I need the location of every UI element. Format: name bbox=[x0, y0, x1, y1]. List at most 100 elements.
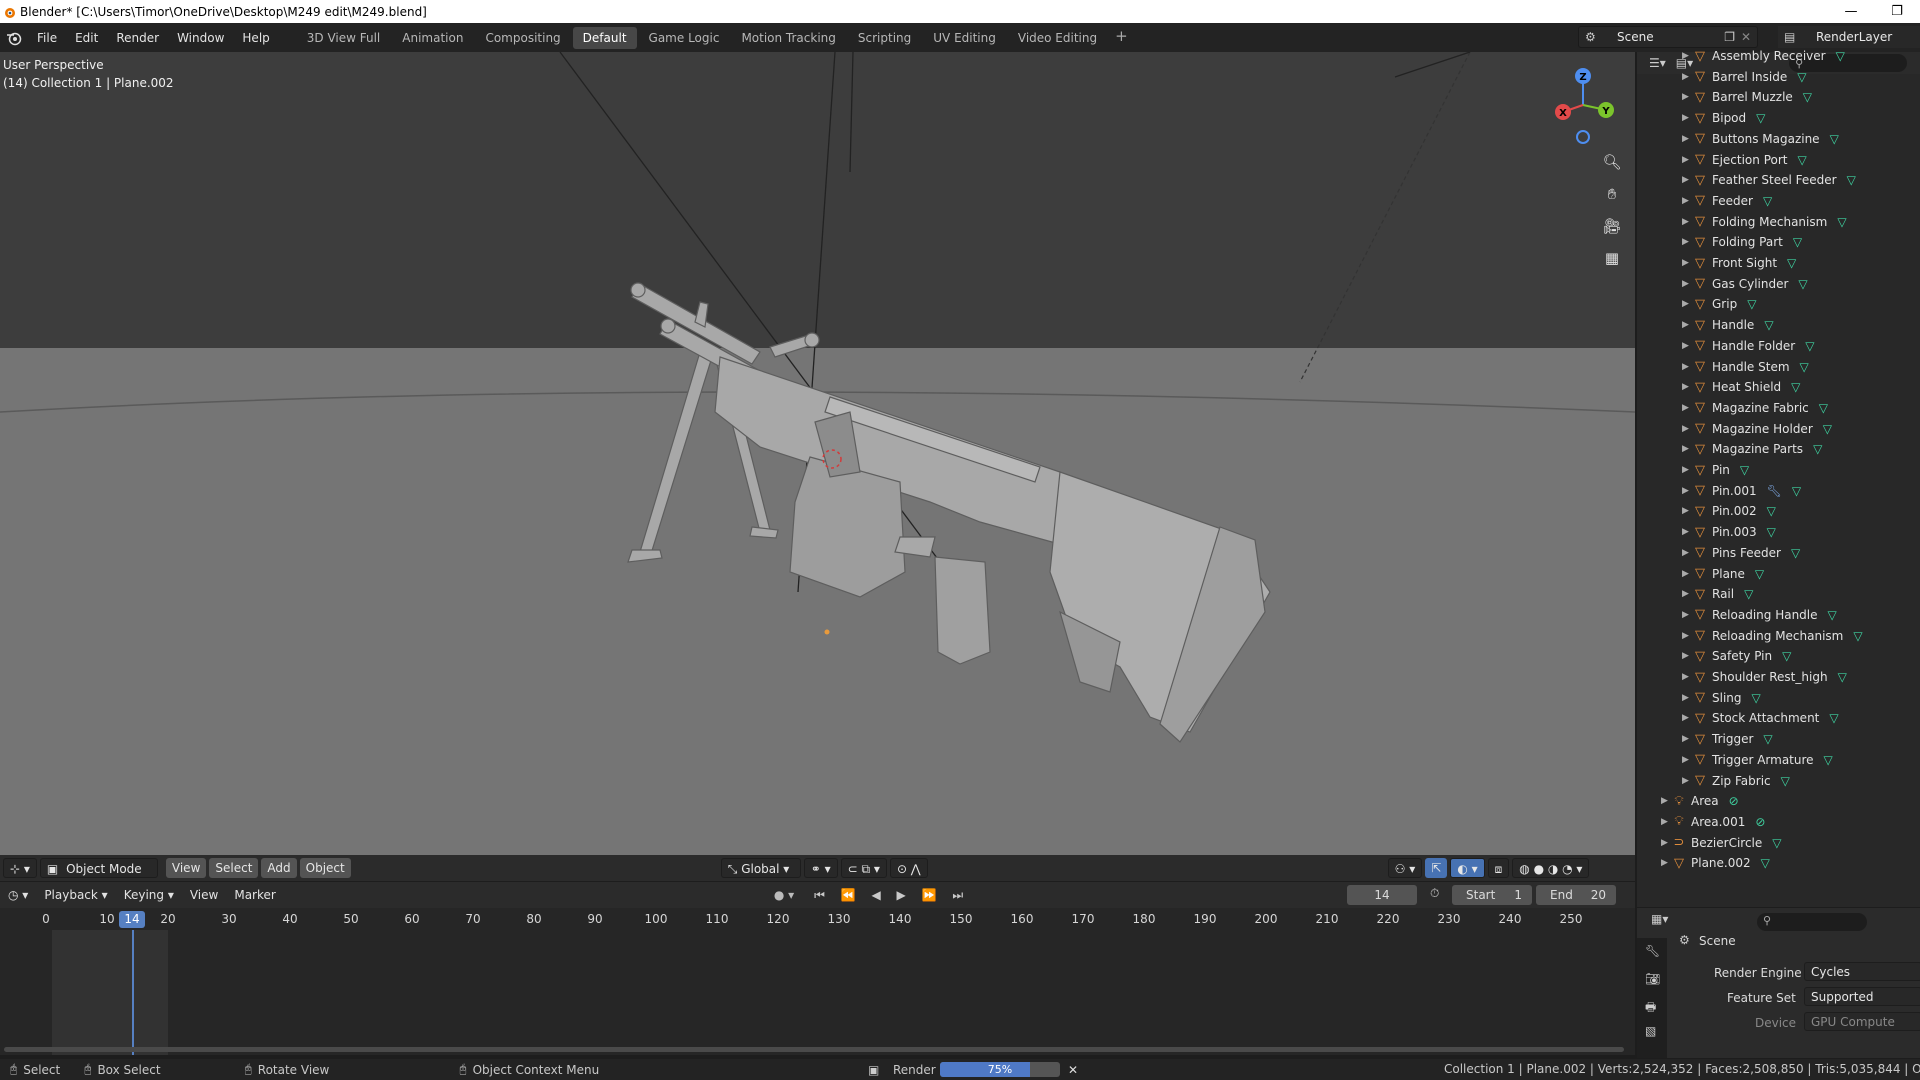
expand-arrow-icon[interactable]: ▶ bbox=[1682, 279, 1692, 289]
outliner-item[interactable]: ▶ ▽ Bipod ▽ bbox=[1682, 108, 1765, 128]
cancel-render-button[interactable]: ✕ bbox=[1068, 1063, 1078, 1077]
timeline-body[interactable] bbox=[52, 930, 168, 1055]
expand-arrow-icon[interactable]: ▶ bbox=[1682, 72, 1692, 82]
shading-modes-icon[interactable]: ◍ ● ◑ ◔ ▾ bbox=[1512, 858, 1590, 878]
expand-arrow-icon[interactable]: ▶ bbox=[1682, 713, 1692, 723]
expand-arrow-icon[interactable]: ▶ bbox=[1682, 155, 1692, 165]
tool-tab-icon[interactable]: 🔧︎ bbox=[1645, 944, 1660, 958]
outliner-item[interactable]: ▶ ▽ Shoulder Rest_high ▽ bbox=[1682, 667, 1847, 687]
expand-arrow-icon[interactable]: ▶ bbox=[1682, 362, 1692, 372]
outliner-item[interactable]: ▶ ▽ Buttons Magazine ▽ bbox=[1682, 129, 1839, 149]
outliner-item[interactable]: ▶ ▽ Gas Cylinder ▽ bbox=[1682, 274, 1808, 294]
properties-editor-icon[interactable]: ▦▾ bbox=[1651, 912, 1668, 926]
outliner-item[interactable]: ▶ ▽ Handle Folder ▽ bbox=[1682, 336, 1814, 356]
start-frame-field[interactable]: Start 1 bbox=[1452, 885, 1532, 905]
expand-arrow-icon[interactable]: ▶ bbox=[1682, 672, 1692, 682]
expand-arrow-icon[interactable]: ▶ bbox=[1661, 817, 1671, 827]
menu-edit[interactable]: Edit bbox=[66, 26, 107, 50]
blender-menu-icon[interactable] bbox=[0, 26, 28, 50]
view-layer-tab-icon[interactable]: ▧ bbox=[1645, 1024, 1656, 1038]
tab-compositing[interactable]: Compositing bbox=[475, 27, 570, 49]
scene-selector[interactable]: ⚙ Scene ❐ ✕ bbox=[1578, 26, 1758, 48]
expand-arrow-icon[interactable]: ▶ bbox=[1682, 299, 1692, 309]
outliner-item[interactable]: ▶ ▽ Feeder ▽ bbox=[1682, 191, 1772, 211]
tab-animation[interactable]: Animation bbox=[392, 27, 473, 49]
expand-arrow-icon[interactable]: ▶ bbox=[1682, 113, 1692, 123]
tab-game-logic[interactable]: Game Logic bbox=[639, 27, 730, 49]
expand-arrow-icon[interactable]: ▶ bbox=[1682, 734, 1692, 744]
select-menu[interactable]: Select bbox=[209, 858, 259, 878]
expand-arrow-icon[interactable]: ▶ bbox=[1682, 424, 1692, 434]
outliner-item[interactable]: ▶ ▽ Grip ▽ bbox=[1682, 294, 1756, 314]
pan-hand-icon[interactable]: ✋︎ bbox=[1600, 182, 1624, 206]
render-engine-dropdown[interactable]: Cycles bbox=[1804, 962, 1920, 981]
menu-window[interactable]: Window bbox=[168, 26, 233, 50]
navigation-gizmo[interactable]: Z Y X bbox=[1548, 60, 1618, 150]
tab-motion-tracking[interactable]: Motion Tracking bbox=[731, 27, 845, 49]
outliner-item[interactable]: ▶ ▽ Barrel Inside ▽ bbox=[1682, 67, 1806, 87]
expand-arrow-icon[interactable]: ▶ bbox=[1682, 134, 1692, 144]
feature-set-dropdown[interactable]: Supported bbox=[1804, 987, 1920, 1006]
expand-arrow-icon[interactable]: ▶ bbox=[1682, 548, 1692, 558]
marker-menu[interactable]: Marker bbox=[226, 888, 283, 902]
object-mode-dropdown[interactable]: ▣ Object Mode ▾ bbox=[39, 858, 158, 896]
outliner-item[interactable]: ▶ ▽ Trigger ▽ bbox=[1682, 729, 1773, 749]
outliner-item[interactable]: ▶ 💡︎ Area ⊘ bbox=[1661, 791, 1739, 811]
menu-render[interactable]: Render bbox=[107, 26, 168, 50]
timeline-playhead[interactable] bbox=[132, 930, 134, 1055]
expand-arrow-icon[interactable]: ▶ bbox=[1682, 610, 1692, 620]
outliner-item[interactable]: ▶ ▽ Sling ▽ bbox=[1682, 688, 1761, 708]
outliner-item[interactable]: ▶ ▽ Safety Pin ▽ bbox=[1682, 646, 1791, 666]
3d-viewport[interactable]: User Perspective (14) Collection 1 | Pla… bbox=[0, 52, 1635, 880]
playback-menu[interactable]: Playback ▾ bbox=[36, 888, 115, 902]
outliner-item[interactable]: ▶ ▽ Assembly Receiver ▽ bbox=[1682, 46, 1845, 66]
playback-controls[interactable]: ⏮ ⏪ ◀ ▶ ⏩ ⏭ bbox=[814, 888, 969, 903]
expand-arrow-icon[interactable]: ▶ bbox=[1682, 693, 1692, 703]
outliner-item[interactable]: ▶ ▽ Reloading Mechanism ▽ bbox=[1682, 626, 1863, 646]
expand-arrow-icon[interactable]: ▶ bbox=[1661, 796, 1671, 806]
add-menu[interactable]: Add bbox=[261, 858, 297, 878]
visibility-icon[interactable]: ⚇ ▾ bbox=[1387, 858, 1423, 878]
expand-arrow-icon[interactable]: ▶ bbox=[1682, 444, 1692, 454]
timeline-scrollbar[interactable] bbox=[4, 1047, 1624, 1052]
outliner-item[interactable]: ▶ ⊃ BezierCircle ▽ bbox=[1661, 833, 1782, 853]
proportional-edit-icon[interactable]: ⊙ ⋀ bbox=[889, 858, 928, 878]
view-menu[interactable]: View bbox=[165, 858, 207, 878]
menu-file[interactable]: File bbox=[28, 26, 66, 50]
snap-icon[interactable]: ⊂ ⧉ ▾ bbox=[840, 858, 887, 878]
object-menu[interactable]: Object bbox=[299, 858, 351, 878]
outliner-item[interactable]: ▶ ▽ Front Sight ▽ bbox=[1682, 253, 1796, 273]
outliner-item[interactable]: ▶ ▽ Magazine Fabric ▽ bbox=[1682, 398, 1828, 418]
expand-arrow-icon[interactable]: ▶ bbox=[1661, 838, 1671, 848]
current-frame-marker[interactable]: 14 bbox=[119, 911, 145, 928]
minimize-button[interactable]: — bbox=[1828, 0, 1874, 23]
expand-arrow-icon[interactable]: ▶ bbox=[1682, 589, 1692, 599]
expand-arrow-icon[interactable]: ▶ bbox=[1682, 403, 1692, 413]
expand-arrow-icon[interactable]: ▶ bbox=[1682, 92, 1692, 102]
expand-arrow-icon[interactable]: ▶ bbox=[1682, 569, 1692, 579]
record-button[interactable]: ● ▾ bbox=[774, 888, 794, 902]
keying-menu[interactable]: Keying ▾ bbox=[116, 888, 182, 902]
expand-arrow-icon[interactable]: ▶ bbox=[1682, 755, 1692, 765]
zoom-icon[interactable]: 🔍︎ bbox=[1600, 150, 1624, 174]
expand-arrow-icon[interactable]: ▶ bbox=[1682, 486, 1692, 496]
outliner-item[interactable]: ▶ ▽ Plane ▽ bbox=[1682, 564, 1764, 584]
expand-arrow-icon[interactable]: ▶ bbox=[1682, 465, 1692, 475]
tab-uv-editing[interactable]: UV Editing bbox=[923, 27, 1006, 49]
outliner-editor-icon[interactable]: ☰▾ bbox=[1649, 56, 1666, 70]
timer-icon[interactable]: ⏱ bbox=[1430, 886, 1439, 901]
tab-3d-view-full[interactable]: 3D View Full bbox=[297, 27, 391, 49]
expand-arrow-icon[interactable]: ▶ bbox=[1682, 341, 1692, 351]
outliner-item[interactable]: ▶ ▽ Magazine Holder ▽ bbox=[1682, 419, 1832, 439]
expand-arrow-icon[interactable]: ▶ bbox=[1682, 237, 1692, 247]
expand-arrow-icon[interactable]: ▶ bbox=[1682, 196, 1692, 206]
outliner-item[interactable]: ▶ ▽ Feather Steel Feeder ▽ bbox=[1682, 170, 1856, 190]
expand-arrow-icon[interactable]: ▶ bbox=[1682, 631, 1692, 641]
gizmo-toggle-icon[interactable]: ⇱ bbox=[1425, 858, 1448, 878]
expand-arrow-icon[interactable]: ▶ bbox=[1682, 382, 1692, 392]
outliner-item[interactable]: ▶ ▽ Heat Shield ▽ bbox=[1682, 377, 1800, 397]
outliner-item[interactable]: ▶ ▽ Zip Fabric ▽ bbox=[1682, 771, 1790, 791]
menu-help[interactable]: Help bbox=[233, 26, 278, 50]
outliner-item[interactable]: ▶ ▽ Pin.003 ▽ bbox=[1682, 522, 1776, 542]
outliner-item[interactable]: ▶ ▽ Pin ▽ bbox=[1682, 460, 1749, 480]
